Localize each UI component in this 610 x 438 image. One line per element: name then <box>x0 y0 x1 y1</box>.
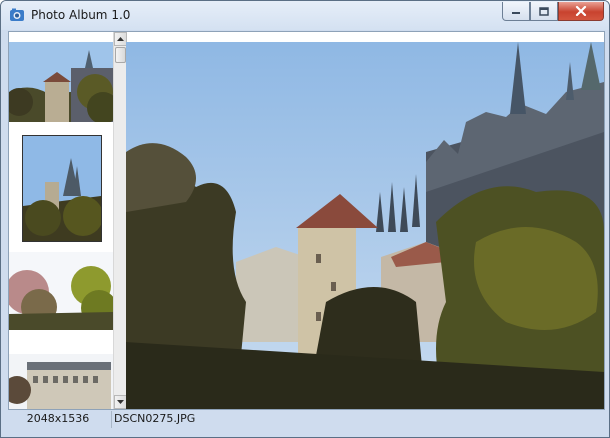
minimize-button[interactable] <box>502 2 530 21</box>
status-filename: DSCN0275.JPG <box>114 412 196 425</box>
maximize-icon <box>539 6 549 16</box>
thumbnail-castle-2-image <box>23 136 101 241</box>
window-controls <box>502 2 604 21</box>
thumbnail-castle-1[interactable] <box>9 42 113 122</box>
arrow-down-icon <box>117 400 124 404</box>
status-separator <box>111 411 112 428</box>
close-icon <box>575 6 587 16</box>
thumbnail-castle-2[interactable] <box>22 135 102 242</box>
window-title: Photo Album 1.0 <box>31 8 131 22</box>
arrow-up-icon <box>117 37 124 41</box>
close-button[interactable] <box>558 2 604 21</box>
minimize-icon <box>512 12 520 14</box>
thumbnail-building[interactable] <box>9 354 113 409</box>
thumbnail-tree[interactable] <box>9 252 113 330</box>
thumbnail-tree-image <box>9 252 113 330</box>
main-photo <box>126 42 604 409</box>
thumbnail-scrollbar[interactable] <box>113 32 127 409</box>
title-bar[interactable]: Photo Album 1.0 <box>1 1 609 30</box>
status-bar: 2048x1536 DSCN0275.JPG <box>8 409 603 431</box>
photo-album-icon <box>10 8 24 21</box>
maximize-button[interactable] <box>530 2 558 21</box>
main-photo-image <box>126 42 604 409</box>
thumbnail-list[interactable] <box>9 32 113 409</box>
scroll-thumb[interactable] <box>115 47 126 63</box>
client-area <box>8 31 605 410</box>
status-resolution: 2048x1536 <box>26 412 90 425</box>
thumbnail-castle-1-image <box>9 42 113 122</box>
app-window: Photo Album 1.0 2048x1536 DSCN0275.JPG <box>0 0 610 438</box>
thumbnail-building-image <box>9 354 113 409</box>
